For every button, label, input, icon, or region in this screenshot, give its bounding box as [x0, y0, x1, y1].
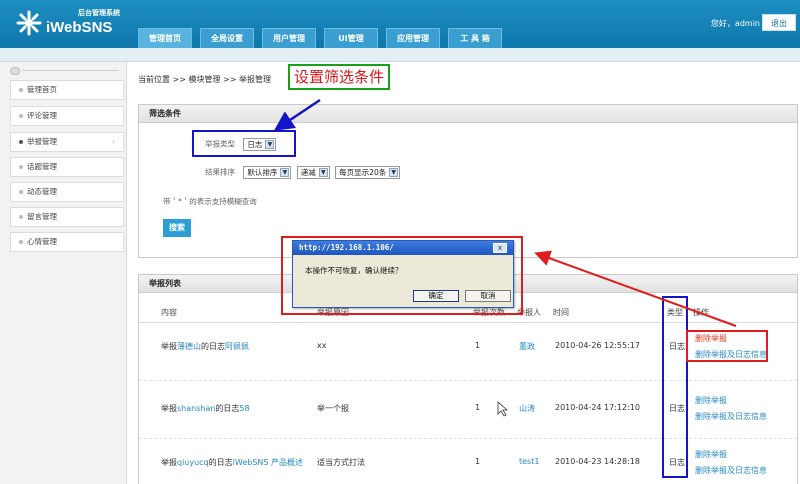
sort-field-select[interactable]: 默认排序 ▼: [243, 166, 292, 179]
bullet-icon: [19, 165, 23, 169]
row-count: 1: [475, 403, 481, 412]
bullet-icon: [19, 114, 23, 118]
annotation-box-type-column: [662, 296, 688, 478]
dropdown-arrow-icon: ▼: [389, 168, 399, 177]
table-row: 举报shanshan的日志58 举一个报 1 山涛 2010-04-24 17:…: [139, 381, 797, 439]
tab-admin-home[interactable]: 管理首页: [138, 28, 192, 48]
tab-ui-management[interactable]: UI管理: [324, 28, 378, 48]
row-content: 举报qiuyucq的日志iWebSNS 产品概述: [161, 458, 304, 467]
row-content: 举报薄德山的日志阿佩佩: [161, 342, 249, 351]
breadcrumb: 当前位置 >> 模块管理 >> 举报管理: [138, 75, 271, 84]
delete-report-and-log-link[interactable]: 删除举报及日志信息: [695, 465, 767, 476]
row-time: 2010-04-26 12:55:17: [555, 341, 640, 350]
sidebar: 管理首页 评论管理 举报管理 ‹ 话题管理 动态管理 留言管理 心情管理: [0, 62, 127, 484]
logo[interactable]: 后台管理系统 iWebSNS: [14, 6, 124, 42]
bullet-icon: [19, 190, 23, 194]
sidebar-toggle[interactable]: [10, 66, 118, 76]
fuzzy-search-hint: 带＇*＇的表示支持模糊查询: [163, 197, 257, 206]
ok-button[interactable]: 确定: [413, 290, 459, 302]
sidebar-item-activity[interactable]: 动态管理: [10, 182, 124, 202]
bullet-icon: [19, 215, 23, 219]
bullet-icon: [19, 88, 23, 92]
sidebar-item-messages[interactable]: 留言管理: [10, 207, 124, 227]
row-reason: xx: [317, 341, 327, 350]
confirm-dialog: http://192.168.1.106/ x 本操作不可恢复，确认继续？ 确定…: [292, 240, 514, 308]
dropdown-arrow-icon: ▼: [318, 168, 328, 177]
delete-report-link[interactable]: 删除举报: [695, 449, 727, 460]
tab-global-settings[interactable]: 全局设置: [200, 28, 254, 48]
search-button[interactable]: 搜索: [163, 219, 191, 237]
user-link[interactable]: qiuyucq: [177, 458, 209, 467]
dialog-message: 本操作不可恢复，确认继续？: [305, 266, 403, 275]
col-time: 时间: [553, 308, 569, 317]
row-reason: 适当方式打法: [317, 458, 365, 467]
item-link[interactable]: 58: [239, 404, 249, 413]
logo-subtitle: 后台管理系统: [78, 9, 120, 17]
sub-bar: [0, 48, 800, 62]
sort-row: 结果排序 默认排序 ▼ 递减 ▼ 每页显示20条 ▼: [205, 166, 401, 179]
row-count: 1: [475, 457, 481, 466]
logo-name: iWebSNS: [46, 19, 113, 36]
bullet-icon: [19, 240, 23, 244]
chevron-left-icon: ‹: [112, 137, 115, 146]
reporter-link[interactable]: 董政: [519, 341, 535, 352]
reporter-link[interactable]: test1: [519, 457, 539, 466]
logo-mark-icon: [16, 10, 42, 36]
tab-app-management[interactable]: 应用管理: [386, 28, 440, 48]
filter-panel: 筛选条件 举报类型 日志 ▼ 结果排序 默认排序 ▼ 递减 ▼ 每页显示20条 ▼ 带＇…: [138, 104, 798, 258]
tab-user-management[interactable]: 用户管理: [262, 28, 316, 48]
top-header: 后台管理系统 iWebSNS 您好，admin 退出 管理首页 全局设置 用户管…: [0, 0, 800, 48]
dropdown-arrow-icon: ▼: [280, 168, 290, 177]
user-link[interactable]: shanshan: [177, 404, 215, 413]
delete-report-link[interactable]: 删除举报: [695, 395, 727, 406]
user-link[interactable]: 薄德山: [177, 342, 201, 351]
item-link[interactable]: 阿佩佩: [225, 342, 249, 351]
row-content: 举报shanshan的日志58: [161, 404, 250, 413]
user-greeting: 您好，admin: [710, 19, 760, 28]
delete-report-and-log-link[interactable]: 删除举报及日志信息: [695, 411, 767, 422]
sidebar-item-topics[interactable]: 话题管理: [10, 157, 124, 177]
sort-order-select[interactable]: 递减 ▼: [296, 166, 330, 179]
dialog-title: http://192.168.1.106/: [293, 241, 513, 255]
close-icon[interactable]: x: [493, 243, 507, 253]
sidebar-item-comments[interactable]: 评论管理: [10, 106, 124, 126]
cancel-button[interactable]: 取消: [465, 290, 511, 302]
row-time: 2010-04-24 17:12:10: [555, 403, 640, 412]
annotation-box-delete-actions: [686, 330, 768, 362]
logout-button[interactable]: 退出: [762, 14, 796, 31]
table-row: 举报qiuyucq的日志iWebSNS 产品概述 适当方式打法 1 test1 …: [139, 439, 797, 484]
item-link[interactable]: iWebSNS 产品概述: [233, 458, 303, 467]
reporter-link[interactable]: 山涛: [519, 403, 535, 414]
sidebar-item-admin-home[interactable]: 管理首页: [10, 80, 124, 100]
annotation-box-report-type: [192, 130, 296, 157]
row-count: 1: [475, 341, 481, 350]
sidebar-item-moods[interactable]: 心情管理: [10, 232, 124, 252]
sidebar-item-reports[interactable]: 举报管理 ‹: [10, 132, 124, 152]
bullet-icon: [19, 140, 23, 144]
annotation-title: 设置筛选条件: [288, 64, 391, 90]
row-reason: 举一个报: [317, 404, 349, 413]
page-size-select[interactable]: 每页显示20条 ▼: [335, 166, 401, 179]
row-time: 2010-04-23 14:28:18: [555, 457, 640, 466]
col-actions: 操作: [693, 308, 709, 317]
col-content: 内容: [161, 308, 177, 317]
filter-panel-title: 筛选条件: [139, 105, 797, 123]
tab-toolbox[interactable]: 工 具 箱: [448, 28, 502, 48]
sort-label: 结果排序: [205, 167, 235, 177]
